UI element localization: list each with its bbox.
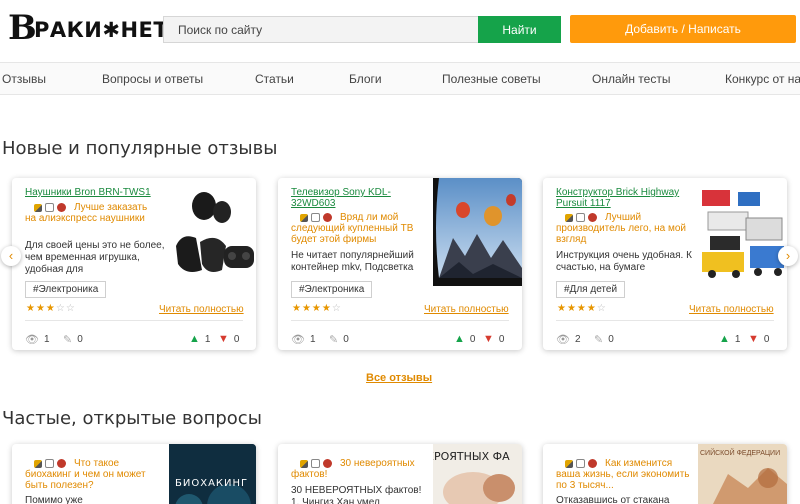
add-write-button[interactable]: Добавить / Написать: [570, 15, 796, 43]
review-excerpt: Для своей цены это не более, чем временн…: [25, 240, 165, 275]
search-button[interactable]: Найти: [478, 16, 561, 43]
review-card[interactable]: Телевизор Sony KDL-32WD603 Вряд ли мой с…: [278, 178, 522, 350]
likes-count[interactable]: ▲ 1: [719, 333, 740, 345]
question-excerpt: Помимо уже: [25, 495, 83, 504]
comments-count: ✎ 0: [594, 334, 614, 346]
card-divider: [291, 320, 509, 321]
nav-item-articles[interactable]: Статьи: [255, 72, 294, 86]
read-more-link[interactable]: Читать полностью: [689, 304, 774, 315]
nav-item-contest[interactable]: Конкурс от нас: [725, 72, 800, 86]
main-nav: Отзывы Вопросы и ответы Статьи Блоги Пол…: [0, 62, 800, 95]
question-card[interactable]: Как изменится ваша жизнь, если экономить…: [543, 444, 787, 504]
review-title-link[interactable]: Наушники Bron BRN-TWS1: [25, 187, 160, 198]
chevron-left-icon: ‹: [8, 248, 14, 263]
review-product-image[interactable]: [433, 178, 522, 286]
read-more-link[interactable]: Читать полностью: [159, 304, 244, 315]
thumbs-down-icon[interactable]: ▼: [218, 333, 229, 345]
thumbs-up-icon[interactable]: ▲: [189, 333, 200, 345]
comments-count: ✎ 0: [329, 334, 349, 346]
nav-item-questions[interactable]: Вопросы и ответы: [102, 72, 203, 86]
review-card[interactable]: Конструктор Brick Highway Pursuit 1117 Л…: [543, 178, 787, 350]
review-card[interactable]: Наушники Bron BRN-TWS1 Лучше заказать на…: [12, 178, 256, 350]
review-excerpt: Не читает популярнейший контейнер mkv, П…: [291, 250, 414, 273]
nav-item-blogs[interactable]: Блоги: [349, 72, 382, 86]
rating-stars: ★★★★☆: [557, 303, 607, 314]
section-title-questions: Частые, открытые вопросы: [2, 408, 262, 429]
thumbs-up-icon[interactable]: ▲: [454, 333, 465, 345]
review-title-link[interactable]: Конструктор Brick Highway Pursuit 1117: [556, 187, 691, 209]
logo-text: РАКИ✱НЕТ: [34, 18, 169, 42]
dislikes-count[interactable]: ▼ 0: [483, 333, 504, 345]
review-title-link[interactable]: Телевизор Sony KDL-32WD603: [291, 187, 426, 209]
all-reviews-link[interactable]: Все отзывы: [366, 372, 432, 384]
question-excerpt: 30 НЕВЕРОЯТНЫХ фактов! 1. Чингиз Хан уме…: [291, 485, 422, 504]
search-input[interactable]: [163, 16, 479, 43]
question-title[interactable]: 30 невероятных фактов!: [291, 458, 426, 480]
dislikes-count[interactable]: ▼ 0: [748, 333, 769, 345]
question-excerpt: Отказавшись от стакана: [556, 495, 670, 504]
review-product-image[interactable]: [172, 184, 256, 280]
pencil-icon: ✎: [594, 334, 604, 346]
site-logo[interactable]: В РАКИ✱НЕТ: [6, 8, 168, 48]
likes-count[interactable]: ▲ 0: [454, 333, 475, 345]
views-count: 👁 1: [291, 334, 316, 346]
pencil-icon: ✎: [63, 334, 73, 346]
review-tag[interactable]: #Электроника: [25, 281, 107, 298]
eye-icon: 👁: [291, 334, 305, 346]
rating-stars: ★★★☆☆: [26, 303, 76, 314]
eye-icon: 👁: [25, 334, 39, 346]
review-excerpt: Инструкция очень удобная. К счастью, на …: [556, 250, 692, 273]
carousel-prev-button[interactable]: ‹: [1, 246, 21, 266]
views-count: 👁 1: [25, 334, 50, 346]
question-title[interactable]: Как изменится ваша жизнь, если экономить…: [556, 458, 691, 491]
thumbs-down-icon[interactable]: ▼: [748, 333, 759, 345]
thumbs-up-icon[interactable]: ▲: [719, 333, 730, 345]
logo-letter: В: [8, 8, 37, 48]
question-image[interactable]: БИОХАКИНГ: [169, 444, 256, 504]
pencil-icon: ✎: [329, 334, 339, 346]
chevron-right-icon: ›: [785, 248, 791, 263]
review-subtitle: Лучше заказать на алиэкспресс наушники: [25, 202, 148, 224]
question-card[interactable]: 30 невероятных фактов! 30 НЕВЕРОЯТНЫХ фа…: [278, 444, 522, 504]
question-image[interactable]: СИЙСКОЙ ФЕДЕРАЦИИ: [698, 444, 787, 504]
section-title-reviews: Новые и популярные отзывы: [2, 138, 278, 159]
dislikes-count[interactable]: ▼ 0: [218, 333, 239, 345]
nav-item-tests[interactable]: Онлайн тесты: [592, 72, 670, 86]
question-image[interactable]: ЕРОЯТНЫХ ФА: [433, 444, 522, 504]
card-divider: [556, 320, 774, 321]
thumbs-down-icon[interactable]: ▼: [483, 333, 494, 345]
review-product-image[interactable]: [698, 182, 787, 282]
likes-count[interactable]: ▲ 1: [189, 333, 210, 345]
question-card[interactable]: Что такое биохакинг и чем он может быть …: [12, 444, 256, 504]
views-count: 👁 2: [556, 334, 581, 346]
question-title[interactable]: Что такое биохакинг и чем он может быть …: [25, 458, 160, 491]
rating-stars: ★★★★☆: [292, 303, 342, 314]
read-more-link[interactable]: Читать полностью: [424, 304, 509, 315]
nav-item-tips[interactable]: Полезные советы: [442, 72, 541, 86]
card-divider: [25, 320, 243, 321]
eye-icon: 👁: [556, 334, 570, 346]
carousel-next-button[interactable]: ›: [778, 246, 798, 266]
review-tag[interactable]: #Для детей: [556, 281, 626, 298]
question-image-caption: БИОХАКИНГ: [175, 478, 249, 489]
comments-count: ✎ 0: [63, 334, 83, 346]
nav-item-reviews[interactable]: Отзывы: [2, 72, 46, 86]
review-subtitle: Лучший производитель лего, на мой взгляд: [556, 212, 687, 245]
review-subtitle: Вряд ли мой следующий купленный ТВ будет…: [291, 212, 414, 245]
review-tag[interactable]: #Электроника: [291, 281, 373, 298]
